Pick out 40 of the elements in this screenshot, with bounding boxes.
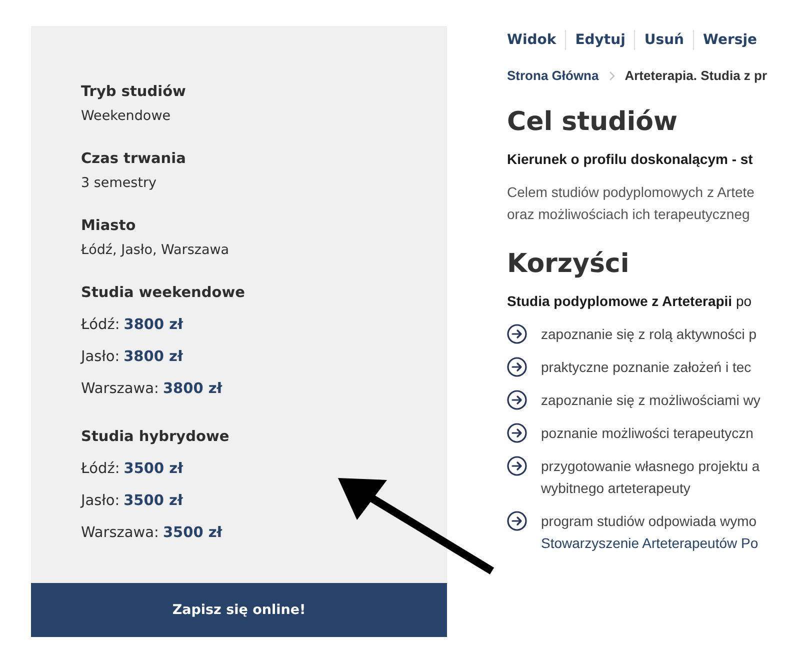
fact-value: Weekendowe xyxy=(81,107,172,126)
tab-link[interactable]: Usuń xyxy=(644,32,684,48)
city-label: Jasło: xyxy=(81,349,120,365)
section-heading: Cel studiów xyxy=(507,106,678,139)
price-value: 3500 zł xyxy=(124,461,183,477)
signup-button[interactable]: Zapisz się online! xyxy=(31,583,447,637)
price-group-title: Studia hybrydowe xyxy=(81,428,230,447)
body-paragraph: Celem studiów podyplomowych z Artete oraz możliwościach ich terapeutyczneg xyxy=(507,183,756,224)
list-item-text: zapoznanie się z rolą aktywności p xyxy=(541,325,757,344)
link[interactable]: Stowarzyszenie Arteterapeutów Po xyxy=(541,535,758,551)
breadcrumb-current: Arteterapia. Studia z pr xyxy=(624,68,768,83)
city-label: Warszawa: xyxy=(81,381,159,397)
lead-text: Studia podyplomowe z Arteterapii po xyxy=(507,293,753,309)
city-label: Warszawa: xyxy=(81,525,159,541)
city-label: Jasło: xyxy=(81,493,120,509)
list-item-text: poznanie możliwości terapeutyczn xyxy=(541,424,754,443)
tab-link[interactable]: Wersje xyxy=(703,32,757,48)
fact-label: Czas trwania xyxy=(81,150,187,169)
price-value: 3800 zł xyxy=(124,317,183,333)
fact-label: Tryb studiów xyxy=(81,83,187,102)
price-value: 3800 zł xyxy=(162,381,222,397)
section-heading: Korzyści xyxy=(507,248,630,281)
price-value: 3500 zł xyxy=(124,493,183,509)
price-value: 3500 zł xyxy=(162,525,222,541)
price-group-title: Studia weekendowe xyxy=(81,284,246,303)
city-label: Łódź: xyxy=(81,317,120,333)
tab-link[interactable]: Widok xyxy=(507,32,556,48)
list-item-text: przygotowanie własnego projektu a wybitnego arteterapeuty xyxy=(541,457,760,498)
lead-text: Kierunek o profilu doskonalącym - st xyxy=(507,151,754,167)
list-item-text: zapoznanie się z możliwościami wy xyxy=(541,391,760,410)
fact-value: Łódź, Jasło, Warszawa xyxy=(81,241,230,260)
tab-link[interactable]: Edytuj xyxy=(575,32,626,48)
city-label: Łódź: xyxy=(81,461,120,477)
breadcrumb-link[interactable]: Strona Główna xyxy=(507,68,599,83)
list-item-text: program studiów odpowiada wymo Stowarzyszenie Arteterapeutów Po xyxy=(541,512,758,553)
chevron-icon xyxy=(608,70,615,80)
price-value: 3800 zł xyxy=(124,349,183,365)
fact-value: 3 semestry xyxy=(81,174,158,193)
fact-label: Miasto xyxy=(81,217,137,236)
list-item-text: praktyczne poznanie założeń i tec xyxy=(541,358,752,377)
